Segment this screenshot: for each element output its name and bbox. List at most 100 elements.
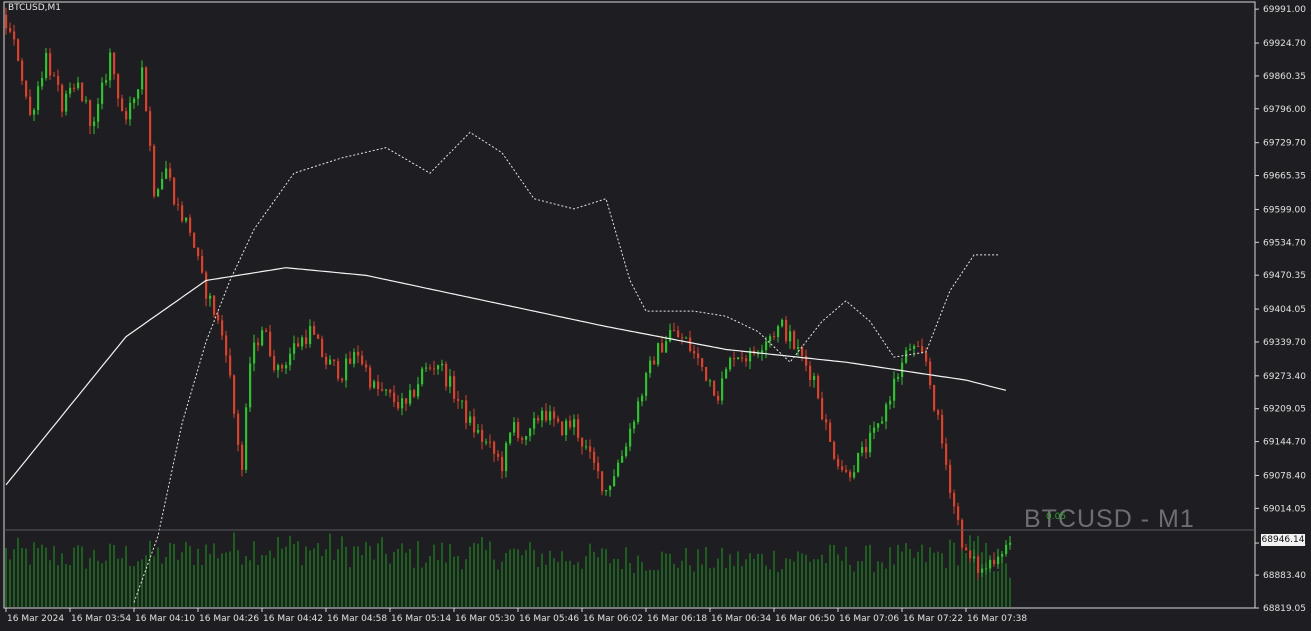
candle-body: [821, 398, 824, 420]
candle-body: [349, 358, 352, 364]
candle-body: [625, 446, 628, 457]
candle-body: [141, 67, 144, 90]
y-tick-label: 68819.05: [1263, 604, 1306, 614]
candle-body: [5, 14, 8, 29]
candle-body: [797, 347, 800, 349]
candle-body: [181, 205, 184, 221]
candle-body: [345, 358, 348, 381]
candle-body: [445, 363, 448, 387]
price-chart[interactable]: 69991.00 69924.70 69860.35 69796.00 69729.70…: [0, 0, 1311, 631]
candle-body: [225, 335, 228, 356]
candle-body: [153, 145, 156, 197]
candle-body: [109, 52, 112, 81]
candle-body: [421, 368, 424, 385]
candle-body: [17, 39, 20, 61]
y-tick-label: 69665.35: [1263, 172, 1306, 182]
candle-body: [733, 357, 736, 360]
x-tick-label: 16 Mar 04:42: [263, 614, 323, 624]
candle-body: [717, 395, 720, 401]
candle-body: [605, 490, 608, 492]
candle-body: [969, 550, 972, 559]
candle-body: [149, 111, 152, 146]
candle-body: [561, 421, 564, 436]
candle-body: [205, 272, 208, 299]
candle-body: [213, 295, 216, 315]
candle-body: [385, 389, 388, 391]
y-tick-label: 69209.05: [1263, 405, 1306, 415]
candle-body: [101, 82, 104, 104]
x-tick-label: 16 Mar 05:14: [391, 614, 451, 624]
candle-body: [529, 428, 532, 437]
candle-body: [637, 401, 640, 422]
candle-body: [729, 357, 732, 370]
candle-body: [789, 331, 792, 342]
candle-body: [405, 398, 408, 404]
candle-body: [577, 419, 580, 438]
candle-body: [597, 462, 600, 472]
y-tick-label: 69599.00: [1263, 205, 1306, 215]
candle-body: [21, 60, 24, 81]
candle-body: [873, 427, 876, 433]
y-tick-label: 69273.40: [1263, 372, 1306, 382]
candle-body: [377, 381, 380, 390]
candle-body: [869, 432, 872, 453]
candle-body: [829, 422, 832, 442]
x-tick-label: 16 Mar 07:06: [839, 614, 899, 624]
candle-body: [565, 420, 568, 436]
y-tick-label: 69924.70: [1263, 39, 1306, 49]
candle-body: [949, 464, 952, 493]
x-tick-label: 16 Mar 07:38: [967, 614, 1027, 624]
candle-body: [849, 471, 852, 478]
candle-body: [741, 357, 744, 359]
candle-body: [861, 446, 864, 453]
candle-body: [261, 330, 264, 346]
candle-body: [745, 358, 748, 362]
candle-body: [89, 100, 92, 127]
x-tick-label: 16 Mar 04:10: [135, 614, 195, 624]
candle-body: [117, 74, 120, 99]
candle-body: [325, 356, 328, 365]
x-tick-label: 16 Mar 05:46: [519, 614, 579, 624]
candle-body: [781, 319, 784, 327]
candle-body: [61, 84, 64, 112]
candle-body: [593, 451, 596, 463]
candle-body: [513, 422, 516, 433]
candle-body: [953, 492, 956, 507]
candle-body: [813, 376, 816, 381]
candle-body: [785, 319, 788, 342]
candle-body: [905, 350, 908, 363]
candle-body: [121, 98, 124, 112]
y-tick-label: 69534.70: [1263, 238, 1306, 248]
candle-body: [925, 352, 928, 362]
candle-body: [373, 381, 376, 388]
candle-body: [581, 437, 584, 447]
candle-body: [757, 353, 760, 355]
candle-body: [661, 343, 664, 353]
candle-body: [81, 82, 84, 101]
current-price-tag: 68946.14: [1261, 534, 1305, 546]
candle-body: [885, 404, 888, 422]
candle-body: [525, 436, 528, 440]
candle-body: [633, 421, 636, 429]
candle-body: [897, 377, 900, 379]
candle-body: [437, 365, 440, 370]
candle-body: [305, 337, 308, 345]
candle-body: [901, 362, 904, 378]
candle-body: [281, 365, 284, 369]
candle-body: [221, 320, 224, 336]
candle-body: [1005, 544, 1008, 555]
candle-body: [53, 75, 56, 77]
candle-body: [357, 351, 360, 356]
candle-body: [393, 392, 396, 403]
x-tick-label: 16 Mar 06:18: [647, 614, 707, 624]
y-tick-label: 69078.40: [1263, 471, 1306, 481]
candle-body: [957, 506, 960, 520]
candle-body: [265, 330, 268, 332]
chart-window: 69991.00 69924.70 69860.35 69796.00 69729.70…: [0, 0, 1311, 631]
candle-body: [569, 420, 572, 428]
candle-body: [641, 395, 644, 402]
candle-body: [773, 336, 776, 338]
candle-body: [413, 390, 416, 397]
candle-body: [473, 416, 476, 433]
candle-body: [705, 367, 708, 381]
